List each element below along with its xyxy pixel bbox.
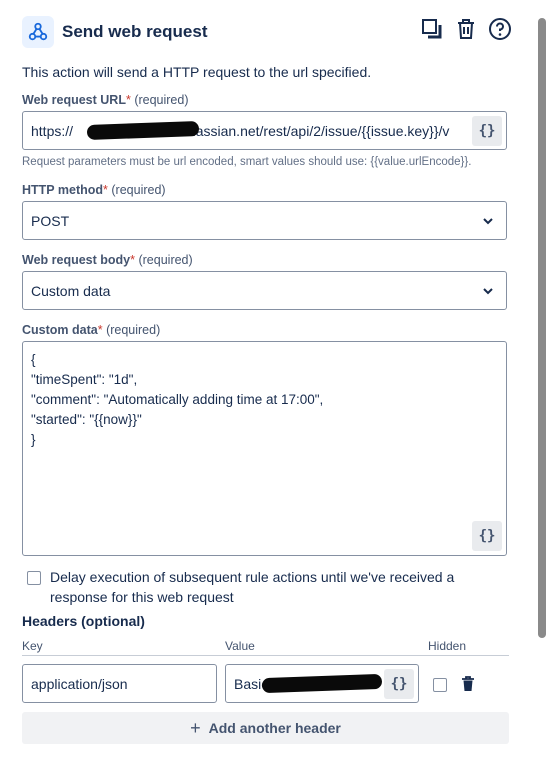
plus-icon: + xyxy=(190,717,201,738)
url-input[interactable]: https:// .atlassian.net/rest/api/2/issue/… xyxy=(22,111,507,150)
required-text: (required) xyxy=(111,183,166,197)
url-value-prefix: https:// xyxy=(31,122,74,139)
header-key-input[interactable]: application/json xyxy=(22,664,217,703)
action-description: This action will send a HTTP request to … xyxy=(22,64,372,80)
method-label-text: HTTP method xyxy=(22,183,104,197)
delete-icon[interactable] xyxy=(454,17,478,41)
redaction-mark xyxy=(261,673,383,694)
required-mark: * xyxy=(125,93,131,107)
add-header-button[interactable]: + Add another header xyxy=(22,712,509,744)
url-smart-value-button[interactable]: {} xyxy=(472,116,502,146)
required-mark: * xyxy=(97,323,103,337)
chevron-down-icon xyxy=(483,217,493,224)
page-title: Send web request xyxy=(62,22,208,41)
panel-header: Send web request xyxy=(22,15,512,49)
required-text: (required) xyxy=(134,93,189,107)
custom-data-label: Custom data* (required) xyxy=(22,323,160,337)
header-divider xyxy=(22,655,509,656)
col-key-header: Key xyxy=(22,639,43,653)
body-value: Custom data xyxy=(31,282,111,299)
add-header-label: Add another header xyxy=(208,720,341,736)
url-hint: Request parameters must be url encoded, … xyxy=(22,156,472,168)
col-hidden-header: Hidden xyxy=(428,639,467,653)
help-icon[interactable] xyxy=(488,17,512,41)
required-mark: * xyxy=(103,183,108,197)
url-value-visible: .atlassian.net/rest/api/2/issue/{{issue.… xyxy=(177,122,450,139)
required-text: (required) xyxy=(138,253,193,267)
body-label-text: Web request body xyxy=(22,253,131,267)
custom-data-smart-value-button[interactable]: {} xyxy=(472,521,502,551)
required-mark: * xyxy=(130,253,135,267)
method-label: HTTP method* (required) xyxy=(22,183,166,197)
duplicate-icon[interactable] xyxy=(420,17,444,41)
url-label-text: Web request URL xyxy=(22,93,126,107)
method-value: POST xyxy=(31,212,70,229)
method-select[interactable]: POST xyxy=(22,201,507,240)
header-actions xyxy=(420,17,512,41)
header-value-smart-value-button[interactable]: {} xyxy=(384,669,414,699)
url-label: Web request URL* (required) xyxy=(22,93,189,107)
webhook-icon xyxy=(22,16,54,48)
custom-data-textarea[interactable]: { "timeSpent": "1d", "comment": "Automat… xyxy=(22,341,507,556)
delay-checkbox[interactable] xyxy=(27,571,41,585)
scrollbar[interactable] xyxy=(538,18,546,638)
header-key-value: application/json xyxy=(31,675,128,692)
custom-data-value: { "timeSpent": "1d", "comment": "Automat… xyxy=(31,352,324,447)
custom-data-label-text: Custom data xyxy=(22,323,98,337)
delay-checkbox-label: Delay execution of subsequent rule actio… xyxy=(50,569,455,605)
action-config-panel: Send web request This action will send a… xyxy=(0,0,535,776)
headers-title: Headers (optional) xyxy=(22,613,145,629)
header-hidden-checkbox[interactable] xyxy=(433,678,447,692)
col-value-header: Value xyxy=(225,639,255,653)
required-text: (required) xyxy=(106,323,161,337)
chevron-down-icon xyxy=(483,287,493,294)
body-label: Web request body* (required) xyxy=(22,253,193,267)
header-value-input[interactable]: Basic {} xyxy=(225,664,419,703)
body-select[interactable]: Custom data xyxy=(22,271,507,310)
trash-icon[interactable] xyxy=(461,676,475,692)
